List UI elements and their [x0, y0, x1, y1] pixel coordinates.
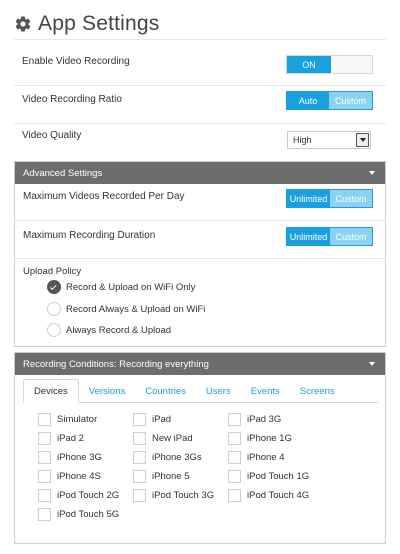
checkbox-icon[interactable] [228, 488, 241, 502]
recording-conditions-panel: Recording Conditions: Recording everythi… [14, 352, 386, 544]
toggle-off-segment[interactable] [331, 56, 372, 73]
device-checkbox[interactable]: iPad [133, 412, 171, 426]
tab-screens[interactable]: Screens [290, 379, 345, 403]
checkbox-icon[interactable] [228, 469, 241, 483]
checkbox-icon[interactable] [133, 469, 146, 483]
device-checkbox[interactable]: iPod Touch 4G [228, 488, 309, 502]
checkbox-icon[interactable] [38, 450, 51, 464]
device-checkbox[interactable]: Simulator [38, 412, 97, 426]
tab-devices[interactable]: Devices [23, 379, 79, 403]
toggle-on-segment[interactable]: ON [287, 56, 331, 73]
advanced-settings-title: Advanced Settings [23, 167, 103, 179]
device-checkbox[interactable]: iPhone 5 [133, 469, 190, 483]
upload-policy-label: Upload Policy [23, 266, 82, 277]
checkbox-icon[interactable] [228, 412, 241, 426]
quality-select[interactable]: High [287, 131, 371, 149]
radio-checked-icon[interactable] [47, 280, 61, 294]
max-duration-row: Maximum Recording Duration Unlimited Cus… [15, 221, 385, 259]
radio-unchecked-icon[interactable] [47, 323, 61, 337]
max-videos-toggle[interactable]: Unlimited Custom [286, 189, 373, 208]
max-videos-row: Maximum Videos Recorded Per Day Unlimite… [15, 184, 385, 221]
max-videos-custom-button[interactable]: Custom [330, 190, 372, 207]
page-title: App Settings [38, 11, 160, 35]
upload-option-label: Record & Upload on WiFi Only [66, 281, 196, 293]
upload-option-wifi-only[interactable]: Record & Upload on WiFi Only [47, 279, 195, 295]
device-checkbox[interactable]: New iPad [133, 431, 193, 445]
device-checkbox[interactable]: iPad 2 [38, 431, 84, 445]
device-checkbox[interactable]: iPhone 3Gs [133, 450, 202, 464]
ratio-auto-button[interactable]: Auto [287, 92, 329, 109]
collapse-caret-icon[interactable] [369, 171, 375, 175]
tab-versions[interactable]: Versions [79, 379, 135, 403]
checkbox-icon[interactable] [133, 412, 146, 426]
checkbox-icon[interactable] [133, 450, 146, 464]
video-recording-label: Enable Video Recording [22, 56, 130, 67]
checkbox-icon[interactable] [228, 450, 241, 464]
device-checkbox[interactable]: iPod Touch 2G [38, 488, 119, 502]
checkbox-icon[interactable] [38, 431, 51, 445]
tab-events[interactable]: Events [241, 379, 290, 403]
checkbox-icon[interactable] [38, 412, 51, 426]
device-checkbox[interactable]: iPod Touch 1G [228, 469, 309, 483]
max-duration-custom-button[interactable]: Custom [330, 228, 372, 245]
collapse-caret-icon[interactable] [369, 362, 375, 366]
tab-users[interactable]: Users [196, 379, 241, 403]
ratio-custom-button[interactable]: Custom [329, 92, 372, 109]
max-duration-unlimited-button[interactable]: Unlimited [287, 228, 330, 245]
max-duration-toggle[interactable]: Unlimited Custom [286, 227, 373, 246]
device-checkbox[interactable]: iPhone 4 [228, 450, 285, 464]
tab-countries[interactable]: Countries [135, 379, 196, 403]
setting-row-video-recording: Enable Video Recording ON [14, 44, 386, 86]
conditions-tabs: Devices Versions Countries Users Events … [23, 379, 378, 403]
radio-unchecked-icon[interactable] [47, 302, 61, 316]
upload-option-always-wifi[interactable]: Record Always & Upload on WiFi [47, 301, 205, 317]
max-videos-label: Maximum Videos Recorded Per Day [23, 191, 185, 202]
upload-option-always-record[interactable]: Always Record & Upload [47, 322, 171, 338]
checkbox-icon[interactable] [133, 488, 146, 502]
device-checkbox[interactable]: iPod Touch 5G [38, 507, 119, 521]
max-duration-label: Maximum Recording Duration [23, 230, 156, 241]
checkbox-icon[interactable] [133, 431, 146, 445]
checkbox-icon[interactable] [228, 431, 241, 445]
ratio-label: Video Recording Ratio [22, 94, 122, 105]
recording-conditions-header[interactable]: Recording Conditions: Recording everythi… [15, 353, 385, 375]
advanced-settings-header[interactable]: Advanced Settings [15, 162, 385, 184]
gear-icon [15, 16, 31, 32]
device-checkbox[interactable]: iPhone 1G [228, 431, 292, 445]
checkbox-icon[interactable] [38, 488, 51, 502]
ratio-toggle[interactable]: Auto Custom [286, 91, 373, 110]
advanced-settings-panel: Advanced Settings Maximum Videos Recorde… [14, 161, 386, 347]
recording-conditions-title: Recording Conditions: Recording everythi… [23, 358, 209, 370]
upload-option-label: Always Record & Upload [66, 324, 172, 336]
checkbox-icon[interactable] [38, 469, 51, 483]
quality-select-value: High [293, 135, 312, 145]
setting-row-ratio: Video Recording Ratio Auto Custom [14, 86, 386, 124]
setting-row-quality: Video Quality High [14, 124, 386, 154]
upload-policy-row: Upload Policy Record & Upload on WiFi On… [15, 259, 385, 347]
chevron-down-icon[interactable] [356, 133, 369, 147]
upload-option-label: Record Always & Upload on WiFi [66, 303, 206, 315]
device-checkbox[interactable]: iPhone 4S [38, 469, 101, 483]
max-videos-unlimited-button[interactable]: Unlimited [287, 190, 330, 207]
checkbox-icon[interactable] [38, 507, 51, 521]
device-checkbox[interactable]: iPod Touch 3G [133, 488, 214, 502]
video-recording-toggle[interactable]: ON [286, 55, 373, 74]
page-header: App Settings [14, 8, 386, 40]
device-checkbox[interactable]: iPad 3G [228, 412, 281, 426]
device-checkbox[interactable]: iPhone 3G [38, 450, 102, 464]
quality-label: Video Quality [22, 130, 82, 141]
